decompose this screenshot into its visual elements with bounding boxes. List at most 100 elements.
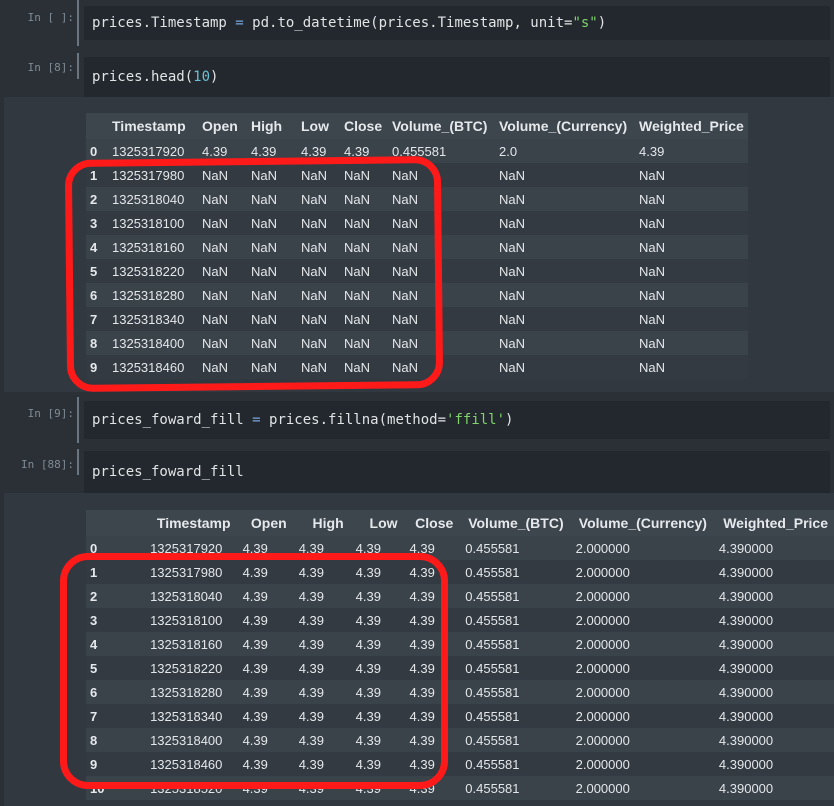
code-cell-4[interactable]: In [88]: prices_foward_fill Timestamp Ope…	[4, 449, 834, 806]
table-cell: NaN	[301, 287, 328, 303]
table-cell: NaN	[639, 335, 666, 351]
table-cell: 2.000000	[575, 636, 630, 652]
code-cell-3[interactable]: In [9]: prices_foward_fill = prices.fill…	[4, 397, 834, 443]
table-cell: 1325318460	[112, 359, 185, 375]
table-cell: NaN	[251, 263, 278, 279]
table-cell: NaN	[251, 191, 278, 207]
code-input[interactable]: prices.head(10)	[84, 57, 830, 97]
table-row: 2 1325318040 NaN NaN NaN NaN NaN NaN NaN	[86, 187, 748, 211]
table-cell: 4.39	[298, 660, 325, 676]
table-row: 10 1325318520 4.39 4.39 4.39 4.39 0.455581 2.00…	[86, 776, 834, 800]
table-cell: NaN	[499, 191, 526, 207]
table-cell: 2.000000	[575, 540, 630, 556]
table-row: 3 1325318100 4.39 4.39 4.39 4.39 0.455581 2.000…	[86, 608, 834, 632]
table-cell: NaN	[202, 239, 229, 255]
code-cell-2[interactable]: In [8]: prices.head(10) Timestamp Open Hig…	[4, 53, 834, 392]
table-cell: NaN	[499, 263, 526, 279]
table-cell: 1325318280	[112, 287, 185, 303]
code-input[interactable]: prices_foward_fill = prices.fillna(metho…	[84, 401, 830, 439]
code-input[interactable]: prices_foward_fill	[84, 451, 830, 493]
code-input[interactable]: prices.Timestamp = pd.to_datetime(prices…	[84, 6, 830, 40]
table-cell: 4.39	[355, 564, 381, 580]
table-row: 3 1325318100 NaN NaN NaN NaN NaN NaN NaN	[86, 211, 748, 235]
table-cell: NaN	[499, 311, 526, 327]
table-cell: 4.390000	[718, 564, 774, 580]
table-cell: NaN	[301, 311, 328, 327]
table-cell: 4.39	[355, 780, 381, 796]
row-index: 3	[90, 612, 98, 628]
table-cell: 1325318160	[112, 239, 185, 255]
code-token: =	[226, 15, 253, 31]
table-cell: 4.39	[242, 636, 268, 652]
table-cell: 4.390000	[718, 780, 774, 796]
cell-bar	[77, 0, 79, 46]
row-index: 1	[90, 167, 98, 183]
row-index: 1	[90, 564, 98, 580]
row-index: 6	[90, 684, 98, 700]
table-row: 6 1325318280 4.39 4.39 4.39 4.39 0.455581 2.000…	[86, 680, 834, 704]
table-cell: NaN	[251, 239, 278, 255]
row-index: 8	[90, 732, 98, 748]
table-cell: 4.39	[409, 660, 435, 676]
column-header: Close	[340, 113, 388, 139]
table-cell: 4.39	[355, 660, 381, 676]
table-cell: 4.39	[298, 564, 325, 580]
table-cell: 4.39	[242, 588, 268, 604]
cell-prompt: In [88]:	[21, 458, 74, 471]
table-row: 5 1325318220 4.39 4.39 4.39 4.39 0.455581 2.000…	[86, 656, 834, 680]
table-cell: NaN	[202, 335, 229, 351]
table-cell: 0.455581	[465, 564, 520, 580]
table-cell: 1325318220	[150, 660, 223, 676]
table-cell: 4.39	[251, 143, 277, 159]
column-header: High	[247, 113, 297, 139]
table-cell: NaN	[639, 359, 666, 375]
table-cell: 0.455581	[465, 636, 520, 652]
code-cell-1[interactable]: In [ ]: prices.Timestamp = pd.to_datetim…	[4, 0, 834, 46]
table-cell: 4.390000	[718, 660, 774, 676]
table-cell: NaN	[344, 287, 371, 303]
table-cell: NaN	[639, 215, 666, 231]
table-cell: NaN	[301, 335, 328, 351]
table-cell: NaN	[202, 215, 229, 231]
table-cell: NaN	[202, 359, 229, 375]
table-cell: 1325318160	[150, 636, 223, 652]
table-cell: 2.000000	[575, 780, 630, 796]
column-header: Volume_(BTC)	[459, 510, 570, 536]
code-token: "s"	[572, 15, 598, 31]
table-cell: NaN	[251, 359, 278, 375]
table-cell: 2.000000	[575, 588, 630, 604]
table-cell: 4.390000	[718, 588, 774, 604]
table-cell: NaN	[639, 239, 666, 255]
column-header: Volume_(Currency)	[495, 113, 635, 139]
row-index: 8	[90, 335, 98, 351]
table-cell: NaN	[639, 263, 666, 279]
table-cell: 4.39	[409, 612, 435, 628]
cell-prompt: In [9]:	[27, 407, 74, 420]
table-cell: NaN	[202, 263, 229, 279]
table-cell: NaN	[251, 311, 278, 327]
table-cell: NaN	[251, 215, 278, 231]
table-cell: 4.390000	[718, 708, 774, 724]
table-cell: 4.39	[355, 588, 381, 604]
table-cell: 1325318100	[150, 612, 223, 628]
table-cell: 4.390000	[718, 756, 774, 772]
table-cell: 4.390000	[718, 732, 774, 748]
table-cell: 4.39	[409, 732, 435, 748]
row-index: 4	[90, 636, 98, 652]
table-cell: 4.39	[355, 732, 381, 748]
table-row: 6 1325318280 NaN NaN NaN NaN NaN NaN NaN	[86, 283, 748, 307]
table-row: 7 1325318340 NaN NaN NaN NaN NaN NaN NaN	[86, 307, 748, 331]
table-cell: NaN	[639, 287, 666, 303]
cell-bar	[77, 53, 79, 79]
table-cell: 4.39	[202, 143, 228, 159]
column-header: Low	[297, 113, 340, 139]
table-cell: NaN	[499, 287, 526, 303]
table-cell: 4.39	[344, 143, 370, 159]
table-header-row: Timestamp Open High Low Close Volume_(BTC) Vol…	[86, 510, 834, 536]
table-cell: 4.390000	[718, 612, 774, 628]
table-cell: NaN	[392, 215, 419, 231]
table-cell: NaN	[344, 167, 371, 183]
row-index: 3	[90, 215, 98, 231]
table-cell: NaN	[499, 167, 526, 183]
table-cell: 1325318100	[112, 215, 185, 231]
